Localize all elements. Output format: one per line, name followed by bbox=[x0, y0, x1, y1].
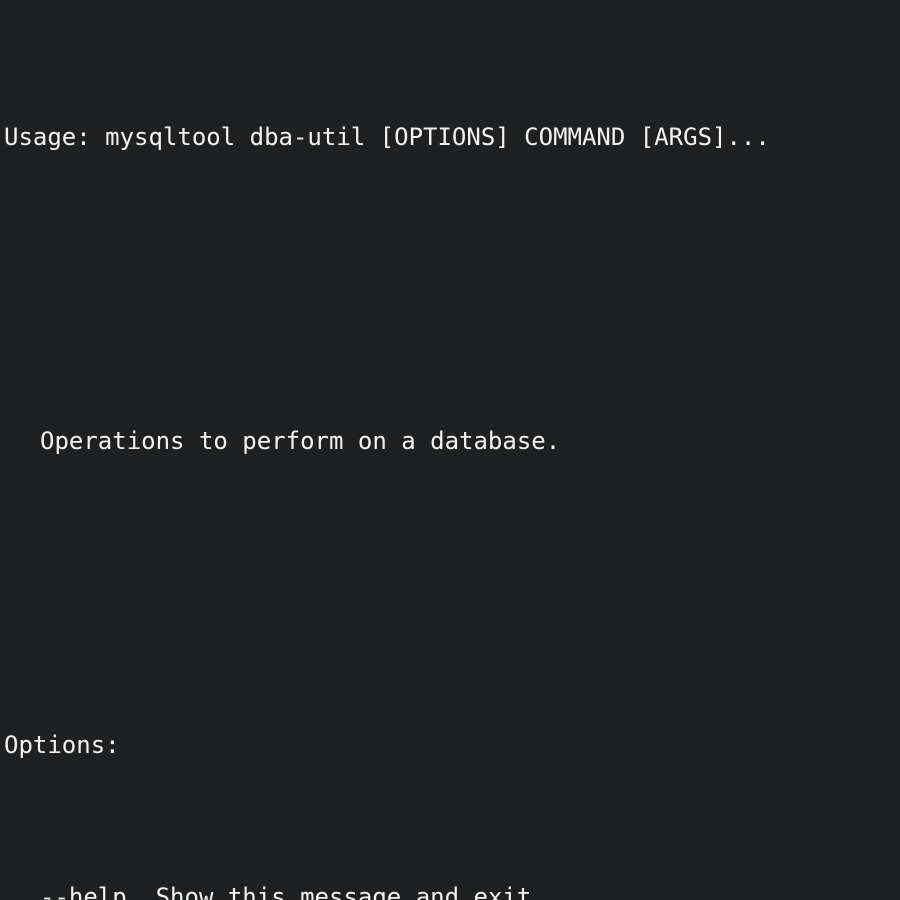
usage-line: Usage: mysqltool dba-util [OPTIONS] COMM… bbox=[4, 123, 770, 151]
option-flag-help: --help bbox=[40, 883, 127, 900]
command-description: Operations to perform on a database. bbox=[40, 427, 561, 455]
terminal-output: Usage: mysqltool dba-util [OPTIONS] COMM… bbox=[0, 0, 900, 900]
option-help-text: Show this message and exit. bbox=[155, 883, 546, 900]
option-gap bbox=[127, 883, 156, 900]
option-row-help: --help Show this message and exit. bbox=[0, 878, 900, 900]
options-heading: Options: bbox=[4, 731, 120, 759]
